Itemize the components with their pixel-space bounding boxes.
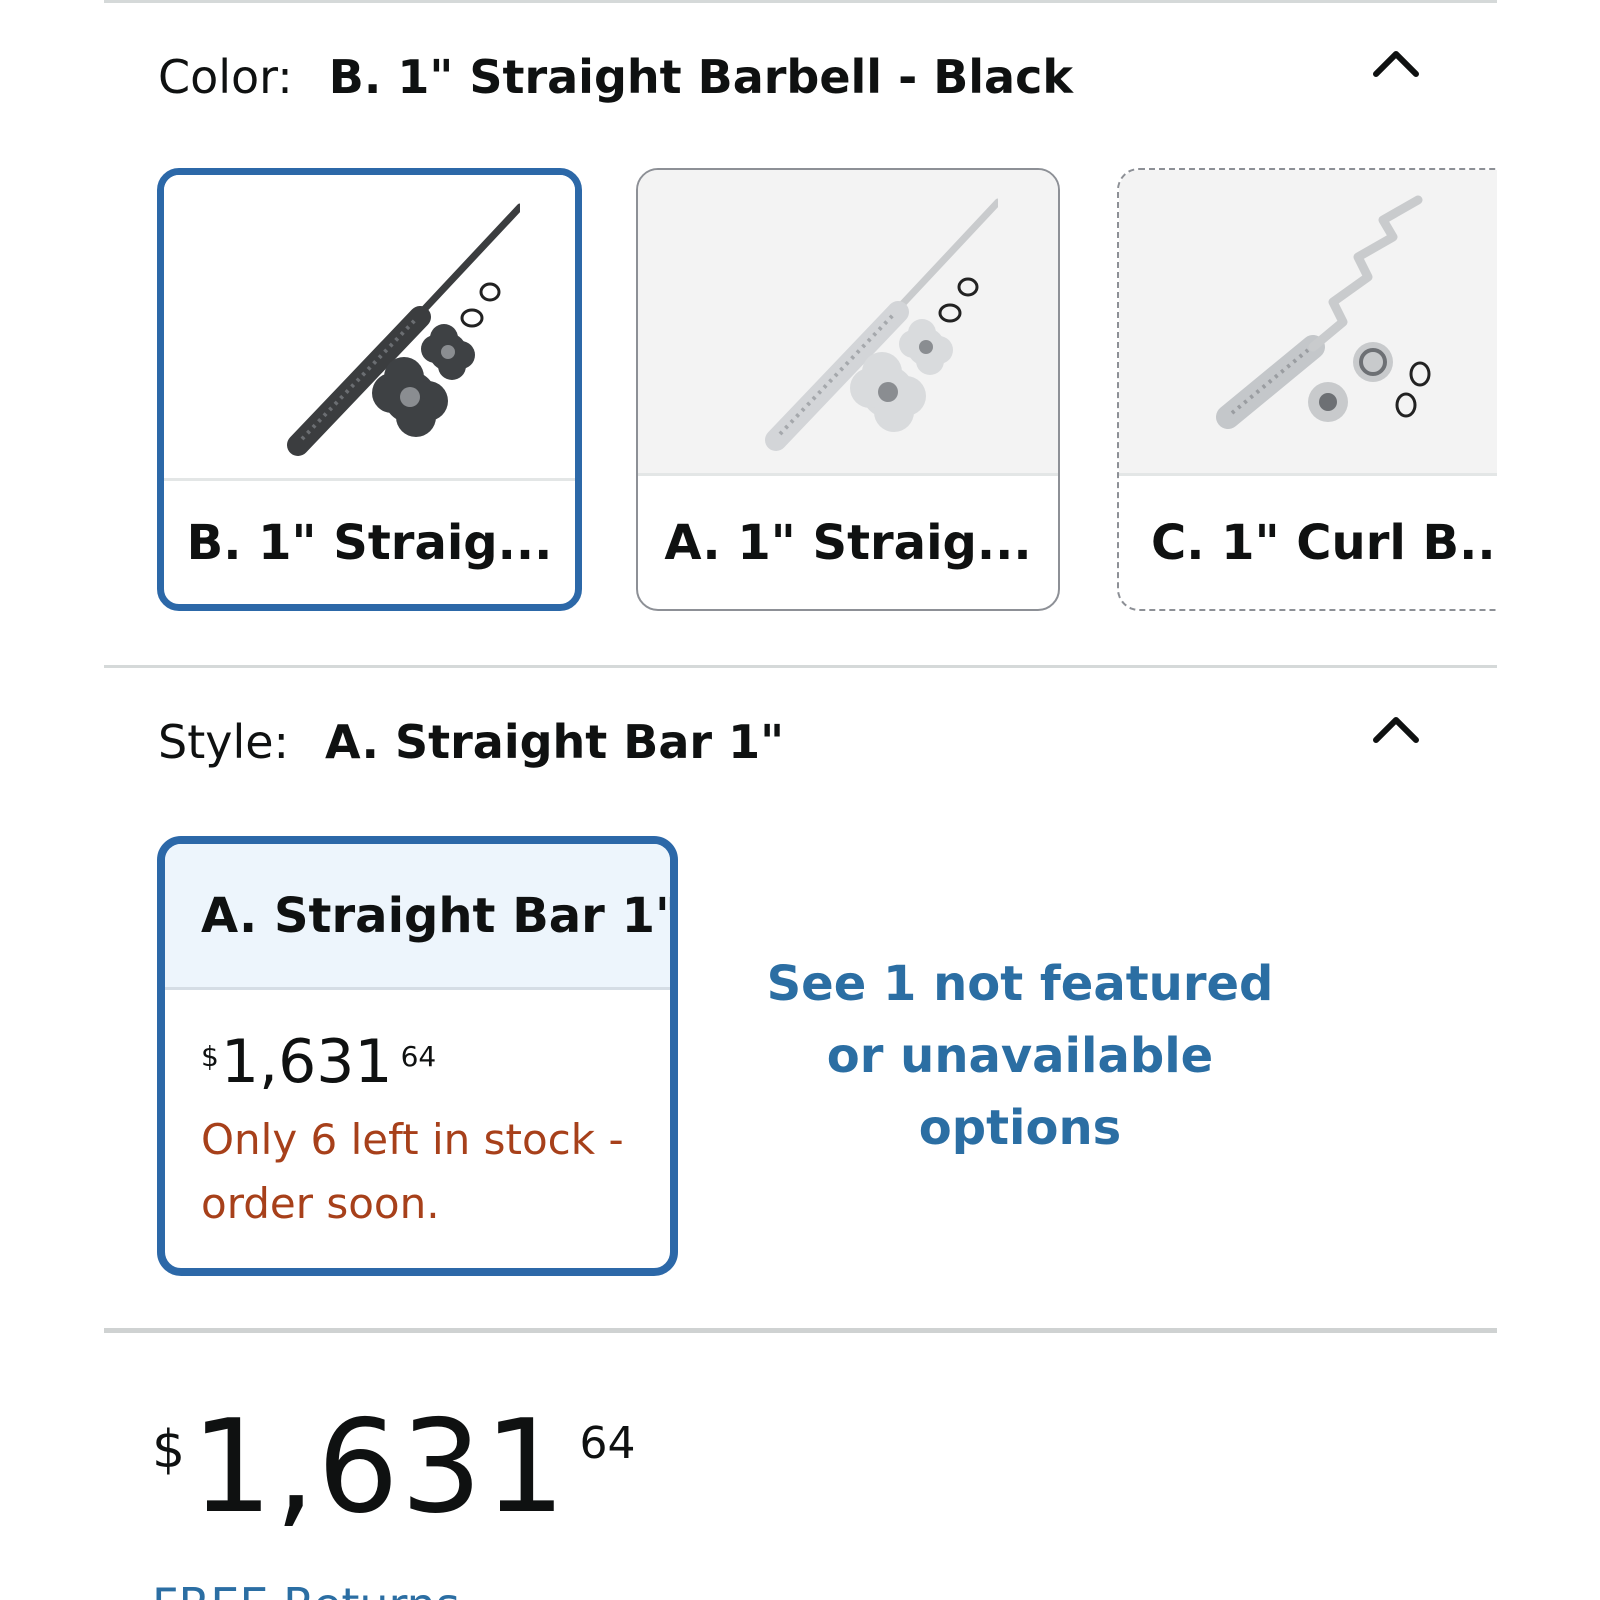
- price-whole: 1,631: [191, 1393, 568, 1542]
- chrome-straight-barbell-image: [638, 170, 1058, 473]
- swatch-c-curl-barbell[interactable]: C. 1" Curl B...: [1117, 168, 1497, 611]
- swatch-a-straight-barbell-chrome[interactable]: A. 1" Straig...: [636, 168, 1060, 611]
- style-label: Style:: [158, 715, 290, 769]
- color-selected-value: B. 1" Straight Barbell - Black: [328, 50, 1073, 104]
- swatch-c-label: C. 1" Curl B...: [1151, 514, 1497, 571]
- swatch-a-label: A. 1" Straig...: [664, 514, 1032, 571]
- style-option-title: A. Straight Bar 1": [165, 844, 670, 990]
- main-price: $ 1,631 64: [152, 1404, 636, 1532]
- section-divider: [104, 665, 1497, 668]
- free-returns-link[interactable]: FREE Returns: [152, 1578, 460, 1600]
- collapse-color-chevron-up-icon[interactable]: [1372, 44, 1420, 80]
- see-not-featured-options-link[interactable]: See 1 not featured or unavailable option…: [760, 948, 1280, 1164]
- swatch-b-straight-barbell-black[interactable]: B. 1" Straig...: [157, 168, 582, 611]
- black-straight-barbell-image: [164, 175, 575, 478]
- stock-warning: Only 6 left in stock - order soon.: [201, 1115, 624, 1228]
- price-fraction: 64: [400, 1040, 437, 1073]
- color-header: Color: B. 1" Straight Barbell - Black: [158, 50, 1073, 104]
- chrome-curl-barbell-image: [1119, 170, 1497, 473]
- style-option-straight-bar[interactable]: A. Straight Bar 1" $ 1,631 64 Only 6 lef…: [157, 836, 678, 1276]
- color-label: Color:: [158, 50, 293, 104]
- swatch-b-label: B. 1" Straig...: [186, 514, 553, 571]
- price-symbol: $: [201, 1040, 219, 1073]
- style-selected-value: A. Straight Bar 1": [325, 715, 785, 769]
- price-fraction: 64: [579, 1418, 636, 1469]
- price-whole: 1,631: [220, 1027, 393, 1097]
- style-header: Style: A. Straight Bar 1": [158, 715, 784, 769]
- style-option-price: $ 1,631 64: [201, 1032, 436, 1092]
- price-symbol: $: [152, 1420, 186, 1480]
- price-divider: [104, 1328, 1497, 1333]
- top-divider: [104, 0, 1497, 3]
- collapse-style-chevron-up-icon[interactable]: [1372, 710, 1420, 746]
